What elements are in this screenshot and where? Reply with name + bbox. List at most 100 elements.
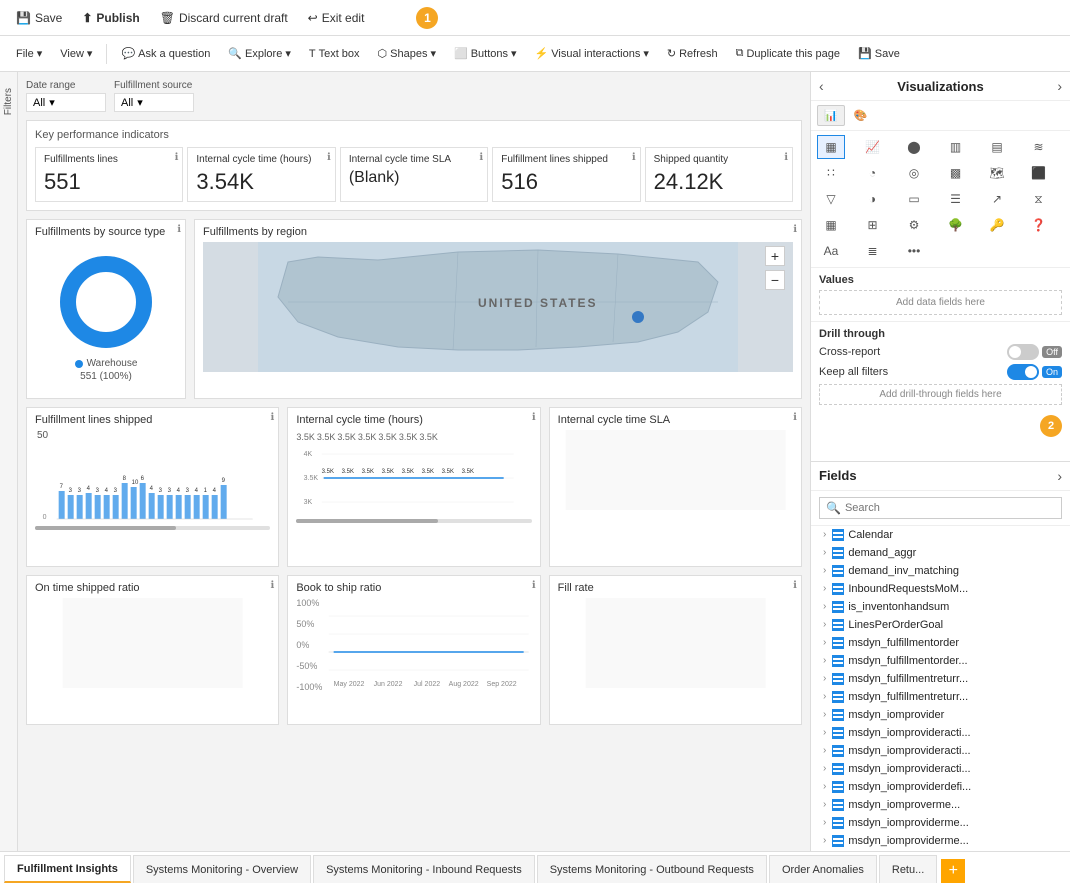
field-item[interactable]: › msdyn_iomprovideracti...: [811, 742, 1070, 760]
kpi-info-icon[interactable]: ℹ: [327, 152, 331, 163]
svg-text:3.5K: 3.5K: [304, 475, 319, 482]
chart-info-icon[interactable]: ℹ: [271, 580, 275, 591]
chart-info-icon[interactable]: ℹ: [532, 580, 536, 591]
kpi-icon[interactable]: ↗: [983, 187, 1011, 211]
viz-collapse-right-button[interactable]: ›: [1057, 78, 1062, 94]
save-button[interactable]: 💾 Save: [8, 7, 70, 29]
map-zoom-in-button[interactable]: +: [765, 246, 785, 266]
scrollbar[interactable]: [35, 526, 270, 530]
field-item[interactable]: › msdyn_fulfillmentorder...: [811, 652, 1070, 670]
scatter-chart-icon[interactable]: ∷: [817, 161, 845, 185]
kpi-info-icon[interactable]: ℹ: [479, 152, 483, 163]
field-item[interactable]: › msdyn_iomprovideracti...: [811, 760, 1070, 778]
field-item[interactable]: › InboundRequestsMoM...: [811, 580, 1070, 598]
kpi-info-icon[interactable]: ℹ: [784, 152, 788, 163]
publish-button[interactable]: ⬆ Publish: [74, 7, 147, 29]
matrix-icon[interactable]: ⊞: [859, 213, 887, 237]
filled-map-icon[interactable]: ⬛: [1025, 161, 1053, 185]
map-icon[interactable]: 🗺: [983, 161, 1011, 185]
field-item[interactable]: › msdyn_iomproverme...: [811, 796, 1070, 814]
scrollbar[interactable]: [296, 519, 531, 523]
add-fields-box[interactable]: Add data fields here: [819, 290, 1062, 315]
ask-question-button[interactable]: 💬 Ask a question: [113, 44, 218, 63]
format-tab[interactable]: 🎨: [847, 105, 875, 126]
chart-info-icon[interactable]: ℹ: [532, 412, 536, 423]
field-item[interactable]: › msdyn_fulfillmentreturr...: [811, 688, 1070, 706]
card-icon[interactable]: ▭: [900, 187, 928, 211]
kpi-info-icon[interactable]: ℹ: [632, 152, 636, 163]
funnel-icon[interactable]: ▽: [817, 187, 845, 211]
visual-interactions-button[interactable]: ⚡ Visual interactions ▾: [527, 44, 657, 63]
chart-info-icon[interactable]: ℹ: [793, 412, 797, 423]
field-item[interactable]: › msdyn_iomproviderdefi...: [811, 778, 1070, 796]
gauge-icon[interactable]: ◑: [859, 187, 887, 211]
date-range-select[interactable]: All ▾: [26, 93, 106, 112]
file-menu[interactable]: File ▾: [8, 44, 50, 63]
keep-filters-toggle[interactable]: [1007, 364, 1039, 380]
ai-icon[interactable]: ⚙: [900, 213, 928, 237]
build-visual-tab[interactable]: 📊: [817, 105, 845, 126]
field-item[interactable]: › msdyn_iomproviderme...: [811, 832, 1070, 850]
pie-chart-icon[interactable]: ◔: [859, 161, 887, 185]
multi-row-card-icon[interactable]: ☰: [942, 187, 970, 211]
tab-fulfillment-insights[interactable]: Fulfillment Insights: [4, 855, 131, 883]
smart-narrative-icon[interactable]: Aa: [817, 239, 845, 263]
exit-edit-button[interactable]: ↩ Exit edit: [300, 7, 373, 29]
fields-expand-button[interactable]: ›: [1057, 468, 1062, 484]
field-item[interactable]: › demand_aggr: [811, 544, 1070, 562]
stacked-bar-icon[interactable]: ▦: [817, 135, 845, 159]
field-item[interactable]: › msdyn_iomproviderme...: [811, 850, 1070, 852]
field-item[interactable]: › msdyn_iomprovideracti...: [811, 724, 1070, 742]
explore-button[interactable]: 🔍 Explore ▾: [220, 44, 299, 63]
field-item[interactable]: › msdyn_iomprovider: [811, 706, 1070, 724]
add-tab-button[interactable]: +: [941, 859, 965, 883]
field-item[interactable]: › is_inventonhandsum: [811, 598, 1070, 616]
stacked-area-icon[interactable]: ▤: [983, 135, 1011, 159]
field-item[interactable]: › Calendar: [811, 526, 1070, 544]
map-zoom-out-button[interactable]: −: [765, 270, 785, 290]
field-item[interactable]: › msdyn_iomproviderme...: [811, 814, 1070, 832]
field-item[interactable]: › msdyn_fulfillmentorder: [811, 634, 1070, 652]
decomp-tree-icon[interactable]: 🌳: [942, 213, 970, 237]
waterfall-icon[interactable]: ≣: [859, 239, 887, 263]
tab-order-anomalies[interactable]: Order Anomalies: [769, 855, 877, 883]
chart-info-icon[interactable]: ℹ: [793, 580, 797, 591]
donut-chart-icon[interactable]: ◎: [900, 161, 928, 185]
textbox-button[interactable]: T Text box: [301, 45, 368, 63]
tab-retu[interactable]: Retu...: [879, 855, 937, 883]
tab-systems-monitoring-outbound[interactable]: Systems Monitoring - Outbound Requests: [537, 855, 767, 883]
chart-info-icon[interactable]: ℹ: [271, 412, 275, 423]
slicer-icon[interactable]: ⧖: [1025, 187, 1053, 211]
duplicate-page-button[interactable]: ⧉ Duplicate this page: [728, 44, 848, 63]
internal-cycle-time-panel: Internal cycle time (hours) ℹ 3.5K3.5K3.…: [287, 407, 540, 567]
chart-info-icon[interactable]: ℹ: [177, 224, 181, 235]
combo-chart-icon[interactable]: ▥: [942, 135, 970, 159]
shapes-button[interactable]: ⬡ Shapes ▾: [370, 44, 444, 63]
sec-save-button[interactable]: 💾 Save: [850, 44, 908, 63]
treemap-icon[interactable]: ▩: [942, 161, 970, 185]
field-item[interactable]: › demand_inv_matching: [811, 562, 1070, 580]
add-drill-box[interactable]: Add drill-through fields here: [819, 384, 1062, 405]
key-influencers-icon[interactable]: 🔑: [983, 213, 1011, 237]
cross-report-toggle[interactable]: [1007, 344, 1039, 360]
kpi-info-icon[interactable]: ℹ: [175, 152, 179, 163]
field-item[interactable]: › msdyn_fulfillmentreturr...: [811, 670, 1070, 688]
ribbon-chart-icon[interactable]: ≋: [1025, 135, 1053, 159]
discard-button[interactable]: 🗑 Discard current draft: [152, 7, 296, 29]
field-item[interactable]: › LinesPerOrderGoal: [811, 616, 1070, 634]
qna-icon[interactable]: ❓: [1025, 213, 1053, 237]
fulfillment-source-select[interactable]: All ▾: [114, 93, 194, 112]
viz-collapse-left-button[interactable]: ‹: [819, 78, 824, 94]
area-chart-icon[interactable]: ⬤: [900, 135, 928, 159]
refresh-button[interactable]: ↻ Refresh: [659, 44, 726, 63]
chart-info-icon[interactable]: ℹ: [793, 224, 797, 235]
view-menu[interactable]: View ▾: [52, 44, 100, 63]
buttons-button[interactable]: ⬜ Buttons ▾: [446, 44, 525, 63]
more-viz-icon[interactable]: •••: [900, 239, 928, 263]
tab-systems-monitoring-overview[interactable]: Systems Monitoring - Overview: [133, 855, 311, 883]
line-chart-icon[interactable]: 📈: [859, 135, 887, 159]
tab-systems-monitoring-inbound[interactable]: Systems Monitoring - Inbound Requests: [313, 855, 535, 883]
search-input[interactable]: [845, 502, 1055, 514]
table-icon[interactable]: ▦: [817, 213, 845, 237]
table-icon: [832, 709, 844, 721]
